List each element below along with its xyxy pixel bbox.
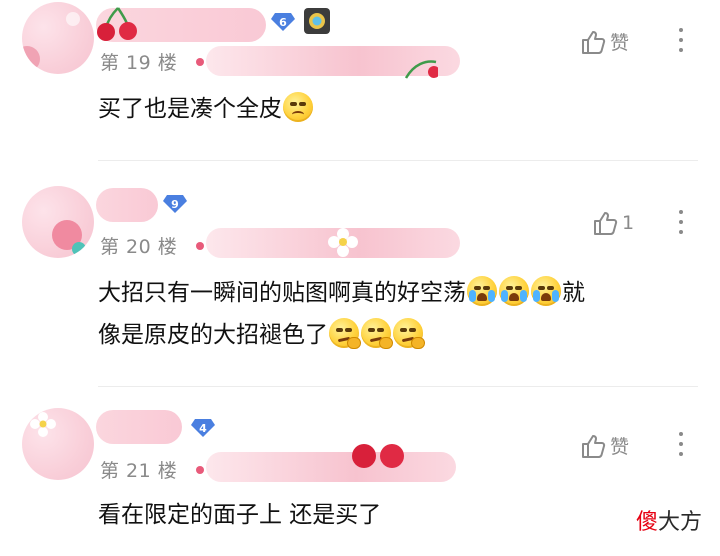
- smirk-emoji-icon: [393, 318, 425, 349]
- like-button[interactable]: 1: [592, 210, 634, 236]
- comment-text: 看在限定的面子上 还是买了: [98, 502, 382, 528]
- comment-item: 6 第 19 楼 赞 买了也是凑个全皮: [0, 0, 720, 160]
- more-options-button[interactable]: [678, 432, 684, 462]
- thumb-up-icon: [582, 434, 606, 458]
- like-button[interactable]: 赞: [580, 432, 629, 459]
- crying-emoji-icon: [531, 276, 561, 306]
- username-blurred[interactable]: [96, 410, 182, 444]
- level-badge: 9: [162, 194, 188, 214]
- achievement-badge: [304, 8, 330, 34]
- comment-text: 大招只有一瞬间的贴图啊真的好空荡就 像是原皮的大招褪色了: [98, 272, 585, 356]
- avatar[interactable]: [22, 186, 94, 258]
- like-label: 赞: [610, 436, 630, 458]
- divider: [98, 160, 698, 161]
- divider: [98, 386, 698, 387]
- floor-number: 第 21 楼: [100, 460, 178, 482]
- crying-emoji-icon: [499, 276, 529, 306]
- like-count: 1: [622, 212, 635, 234]
- avatar[interactable]: [22, 2, 94, 74]
- username-blurred[interactable]: [96, 188, 158, 222]
- more-options-button[interactable]: [678, 28, 684, 58]
- thumb-up-icon: [582, 30, 606, 54]
- level-badge: 4: [190, 418, 216, 438]
- floor-number: 第 19 楼: [100, 52, 178, 74]
- frown-emoji-icon: [283, 92, 313, 122]
- comment-text: 买了也是凑个全皮: [98, 88, 314, 130]
- device-info-blurred: [206, 452, 456, 482]
- floor-dot: [196, 242, 204, 250]
- flower-icon: [30, 412, 56, 437]
- watermark: 傻大方: [635, 510, 702, 535]
- cherry-icon: [352, 444, 404, 468]
- like-button[interactable]: 赞: [580, 28, 629, 55]
- comment-item: 9 第 20 楼 1 大招只有一瞬间的贴图啊真的好空荡就 像是原皮的大招褪色了: [0, 176, 720, 386]
- thumb-up-icon: [594, 212, 618, 235]
- flower-icon: [328, 228, 358, 257]
- crying-emoji-icon: [467, 276, 497, 306]
- cherry-icon: [97, 7, 137, 41]
- floor-dot: [196, 58, 204, 66]
- smirk-emoji-icon: [329, 318, 361, 349]
- avatar[interactable]: [22, 408, 94, 480]
- comment-item: 4 第 21 楼 赞 看在限定的面子上 还是买了: [0, 396, 720, 546]
- like-label: 赞: [610, 32, 630, 54]
- smirk-emoji-icon: [361, 318, 393, 349]
- level-badge: 6: [270, 12, 296, 32]
- leaf-icon: [404, 60, 438, 79]
- floor-number: 第 20 楼: [100, 236, 178, 258]
- more-options-button[interactable]: [678, 210, 684, 240]
- floor-dot: [196, 466, 204, 474]
